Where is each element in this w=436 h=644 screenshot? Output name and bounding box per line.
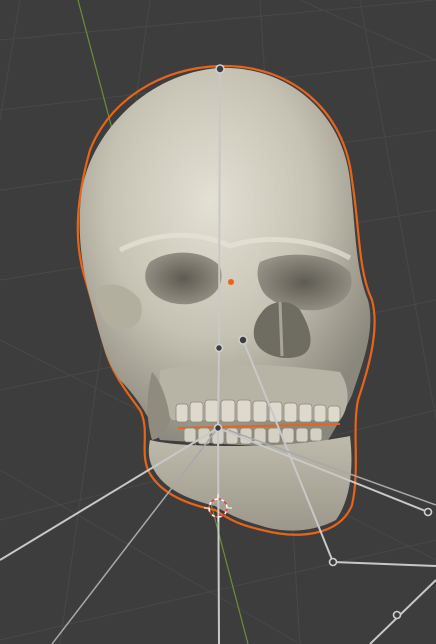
joint-jaw-end[interactable]	[328, 557, 338, 567]
joint-jaw[interactable]	[238, 335, 248, 345]
mandible	[148, 436, 352, 531]
bone-jaw-tail[interactable]	[332, 561, 436, 567]
bone-spine[interactable]	[217, 427, 220, 644]
joint-lower-right[interactable]	[392, 610, 402, 620]
bone-outline-left	[51, 427, 219, 644]
3d-viewport[interactable]	[0, 0, 436, 644]
joint-head-top[interactable]	[215, 64, 225, 74]
nasal-septum	[278, 301, 284, 357]
joint-neck[interactable]	[214, 343, 224, 353]
skull-mesh[interactable]	[76, 64, 376, 536]
bone-lower-right[interactable]	[369, 579, 436, 644]
viewport-canvas[interactable]	[0, 0, 436, 644]
joint-arm-right-end[interactable]	[423, 507, 433, 517]
bone-neck[interactable]	[217, 347, 220, 429]
object-origin[interactable]	[228, 279, 234, 285]
bone-head[interactable]	[218, 68, 221, 349]
joint-pelvis[interactable]	[213, 423, 223, 433]
